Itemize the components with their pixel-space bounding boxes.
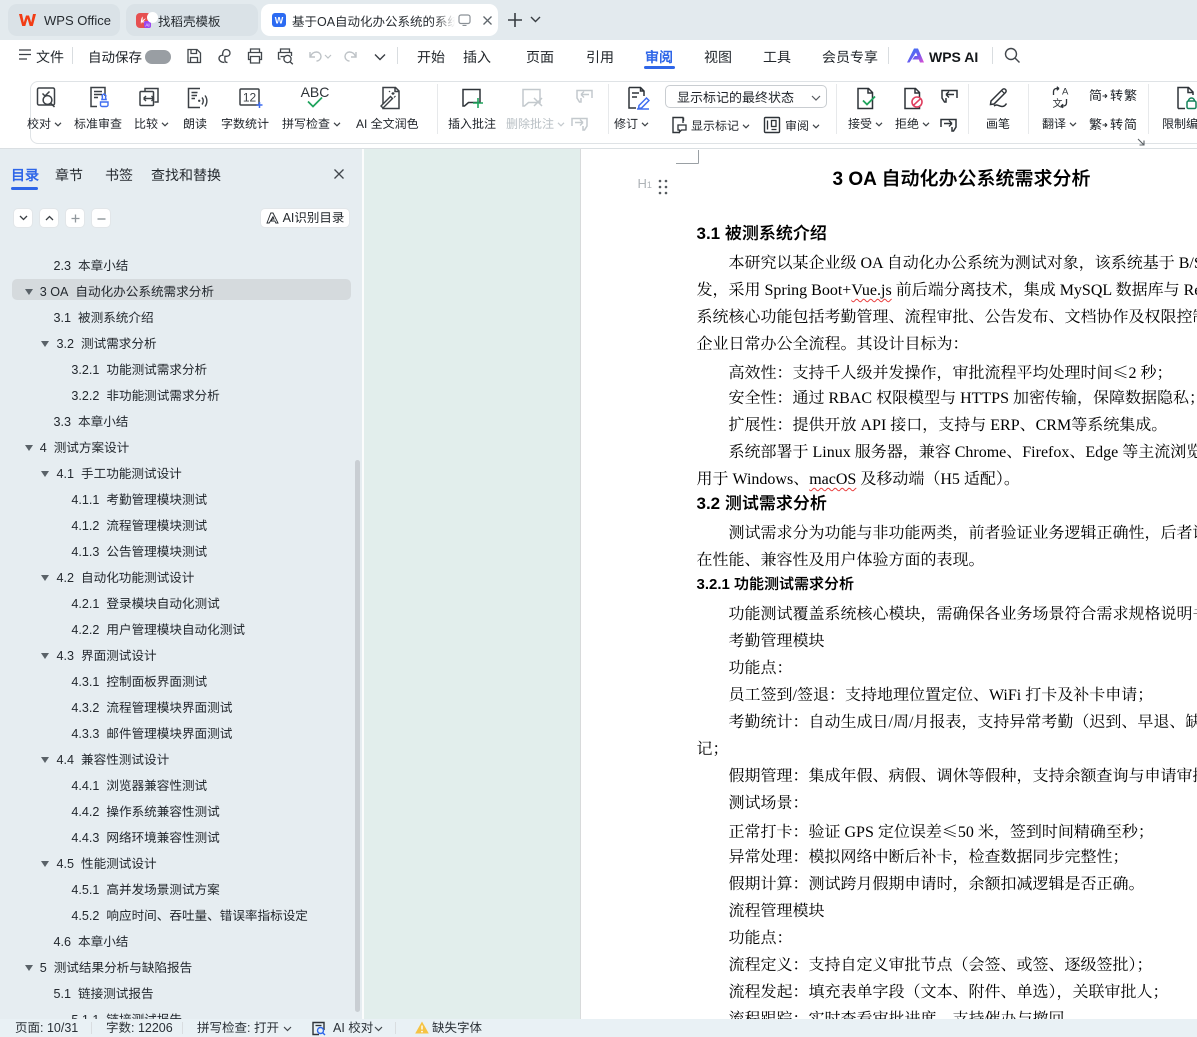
svg-text:ABC: ABC [301, 85, 330, 100]
svg-text:12: 12 [243, 91, 257, 105]
svg-text:AI: AI [145, 22, 149, 27]
svg-text:A: A [1062, 87, 1069, 98]
svg-text:文: 文 [1053, 97, 1063, 110]
svg-text:W: W [275, 16, 284, 26]
